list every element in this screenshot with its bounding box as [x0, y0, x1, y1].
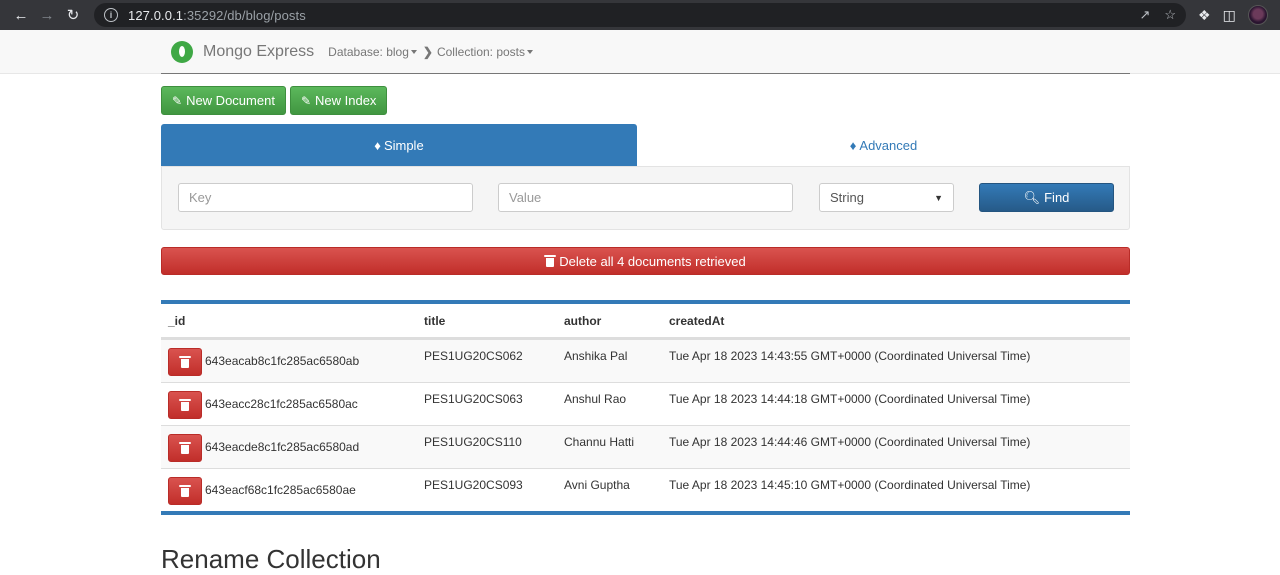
trash-icon: [544, 255, 557, 267]
table-row[interactable]: 643eacde8c1fc285ac6580ad PES1UG20CS110 C…: [161, 425, 1130, 468]
cell-author: Anshul Rao: [564, 392, 627, 406]
pencil-icon: ✎: [300, 93, 311, 108]
documents-table: _id title author createdAt 643eacab8c1fc…: [161, 300, 1130, 515]
table-row[interactable]: 643eacf68c1fc285ac6580ae PES1UG20CS093 A…: [161, 468, 1130, 511]
address-bar[interactable]: i 127.0.0.1:35292/db/blog/posts ↗ ☆: [94, 3, 1186, 27]
find-button[interactable]: 🔍︎ Find: [979, 183, 1114, 212]
value-input[interactable]: Value: [498, 183, 793, 212]
delete-document-button[interactable]: [168, 477, 202, 505]
collection-dropdown[interactable]: Collection: posts: [437, 45, 534, 59]
cell-title: PES1UG20CS110: [424, 435, 522, 449]
cell-author: Avni Guptha: [564, 478, 630, 492]
url-text: 127.0.0.1:35292/db/blog/posts: [128, 7, 306, 23]
cell-title: PES1UG20CS093: [424, 478, 523, 492]
column-header-createdat[interactable]: createdAt: [662, 314, 1130, 328]
new-index-button[interactable]: ✎ New Index: [289, 86, 388, 115]
cell-title: PES1UG20CS062: [424, 349, 523, 363]
tag-icon: ♦: [374, 137, 381, 153]
chevron-right-icon: ❯: [422, 44, 433, 59]
table-row[interactable]: 643eacab8c1fc285ac6580ab PES1UG20CS062 A…: [161, 339, 1130, 382]
cell-createdat: Tue Apr 18 2023 14:45:10 GMT+0000 (Coord…: [669, 478, 1031, 492]
table-row[interactable]: 643eacc28c1fc285ac6580ac PES1UG20CS063 A…: [161, 382, 1130, 425]
cell-title: PES1UG20CS063: [424, 392, 523, 406]
mongo-leaf-logo-icon: [171, 40, 193, 63]
chevron-down-icon: ▼: [934, 192, 943, 203]
cell-createdat: Tue Apr 18 2023 14:43:55 GMT+0000 (Coord…: [669, 349, 1031, 363]
bookmark-star-icon[interactable]: ☆: [1164, 7, 1176, 23]
delete-document-button[interactable]: [168, 391, 202, 419]
profile-avatar[interactable]: [1247, 5, 1268, 25]
delete-document-button[interactable]: [168, 348, 202, 376]
cell-author: Anshika Pal: [564, 349, 628, 363]
document-id[interactable]: 643eacde8c1fc285ac6580ad: [205, 440, 359, 454]
pencil-icon: ✎: [172, 93, 183, 108]
brand-title[interactable]: Mongo Express: [203, 43, 314, 61]
side-panel-icon[interactable]: ◫: [1223, 7, 1236, 24]
caret-down-icon: [527, 49, 534, 54]
search-icon: 🔍︎: [1023, 189, 1041, 205]
reload-icon[interactable]: ↻: [60, 2, 86, 28]
back-arrow-icon[interactable]: ←: [8, 2, 34, 28]
database-dropdown[interactable]: Database: blog: [328, 45, 417, 59]
simple-search-panel: Key Value String ▼ 🔍︎ Find: [161, 166, 1130, 230]
site-info-icon[interactable]: i: [104, 8, 118, 22]
trash-icon: [179, 399, 191, 411]
type-select[interactable]: String ▼: [819, 183, 954, 212]
browser-toolbar: ← → ↻ i 127.0.0.1:35292/db/blog/posts ↗ …: [0, 0, 1280, 30]
cell-createdat: Tue Apr 18 2023 14:44:18 GMT+0000 (Coord…: [669, 392, 1031, 406]
tags-icon: ♦: [849, 137, 857, 153]
caret-down-icon: [410, 49, 417, 54]
forward-arrow-icon[interactable]: →: [34, 2, 60, 28]
extensions-puzzle-icon[interactable]: ❖: [1198, 7, 1211, 24]
share-icon[interactable]: ↗: [1139, 7, 1150, 23]
delete-all-documents-button[interactable]: Delete all 4 documents retrieved: [161, 247, 1130, 275]
table-header: _id title author createdAt: [161, 304, 1130, 339]
search-mode-tabs: ♦ Simple ♦ Advanced: [161, 124, 1130, 166]
column-header-title[interactable]: title: [417, 314, 557, 328]
tab-simple[interactable]: ♦ Simple: [161, 124, 637, 166]
delete-document-button[interactable]: [168, 434, 202, 462]
column-header-author[interactable]: author: [557, 314, 662, 328]
tab-advanced[interactable]: ♦ Advanced: [637, 124, 1130, 166]
column-header-id[interactable]: _id: [161, 314, 417, 328]
rename-collection-heading: Rename Collection: [161, 544, 381, 574]
document-id[interactable]: 643eacc28c1fc285ac6580ac: [205, 397, 358, 411]
app-navbar: Mongo Express Database: blog ❯ Collectio…: [0, 30, 1280, 74]
trash-icon: [179, 485, 191, 497]
new-document-button[interactable]: ✎ New Document: [161, 86, 286, 115]
cell-createdat: Tue Apr 18 2023 14:44:46 GMT+0000 (Coord…: [669, 435, 1031, 449]
trash-icon: [179, 442, 191, 454]
key-input[interactable]: Key: [178, 183, 473, 212]
document-id[interactable]: 643eacf68c1fc285ac6580ae: [205, 483, 356, 497]
cell-author: Channu Hatti: [564, 435, 635, 449]
document-id[interactable]: 643eacab8c1fc285ac6580ab: [205, 354, 359, 368]
trash-icon: [179, 356, 191, 368]
